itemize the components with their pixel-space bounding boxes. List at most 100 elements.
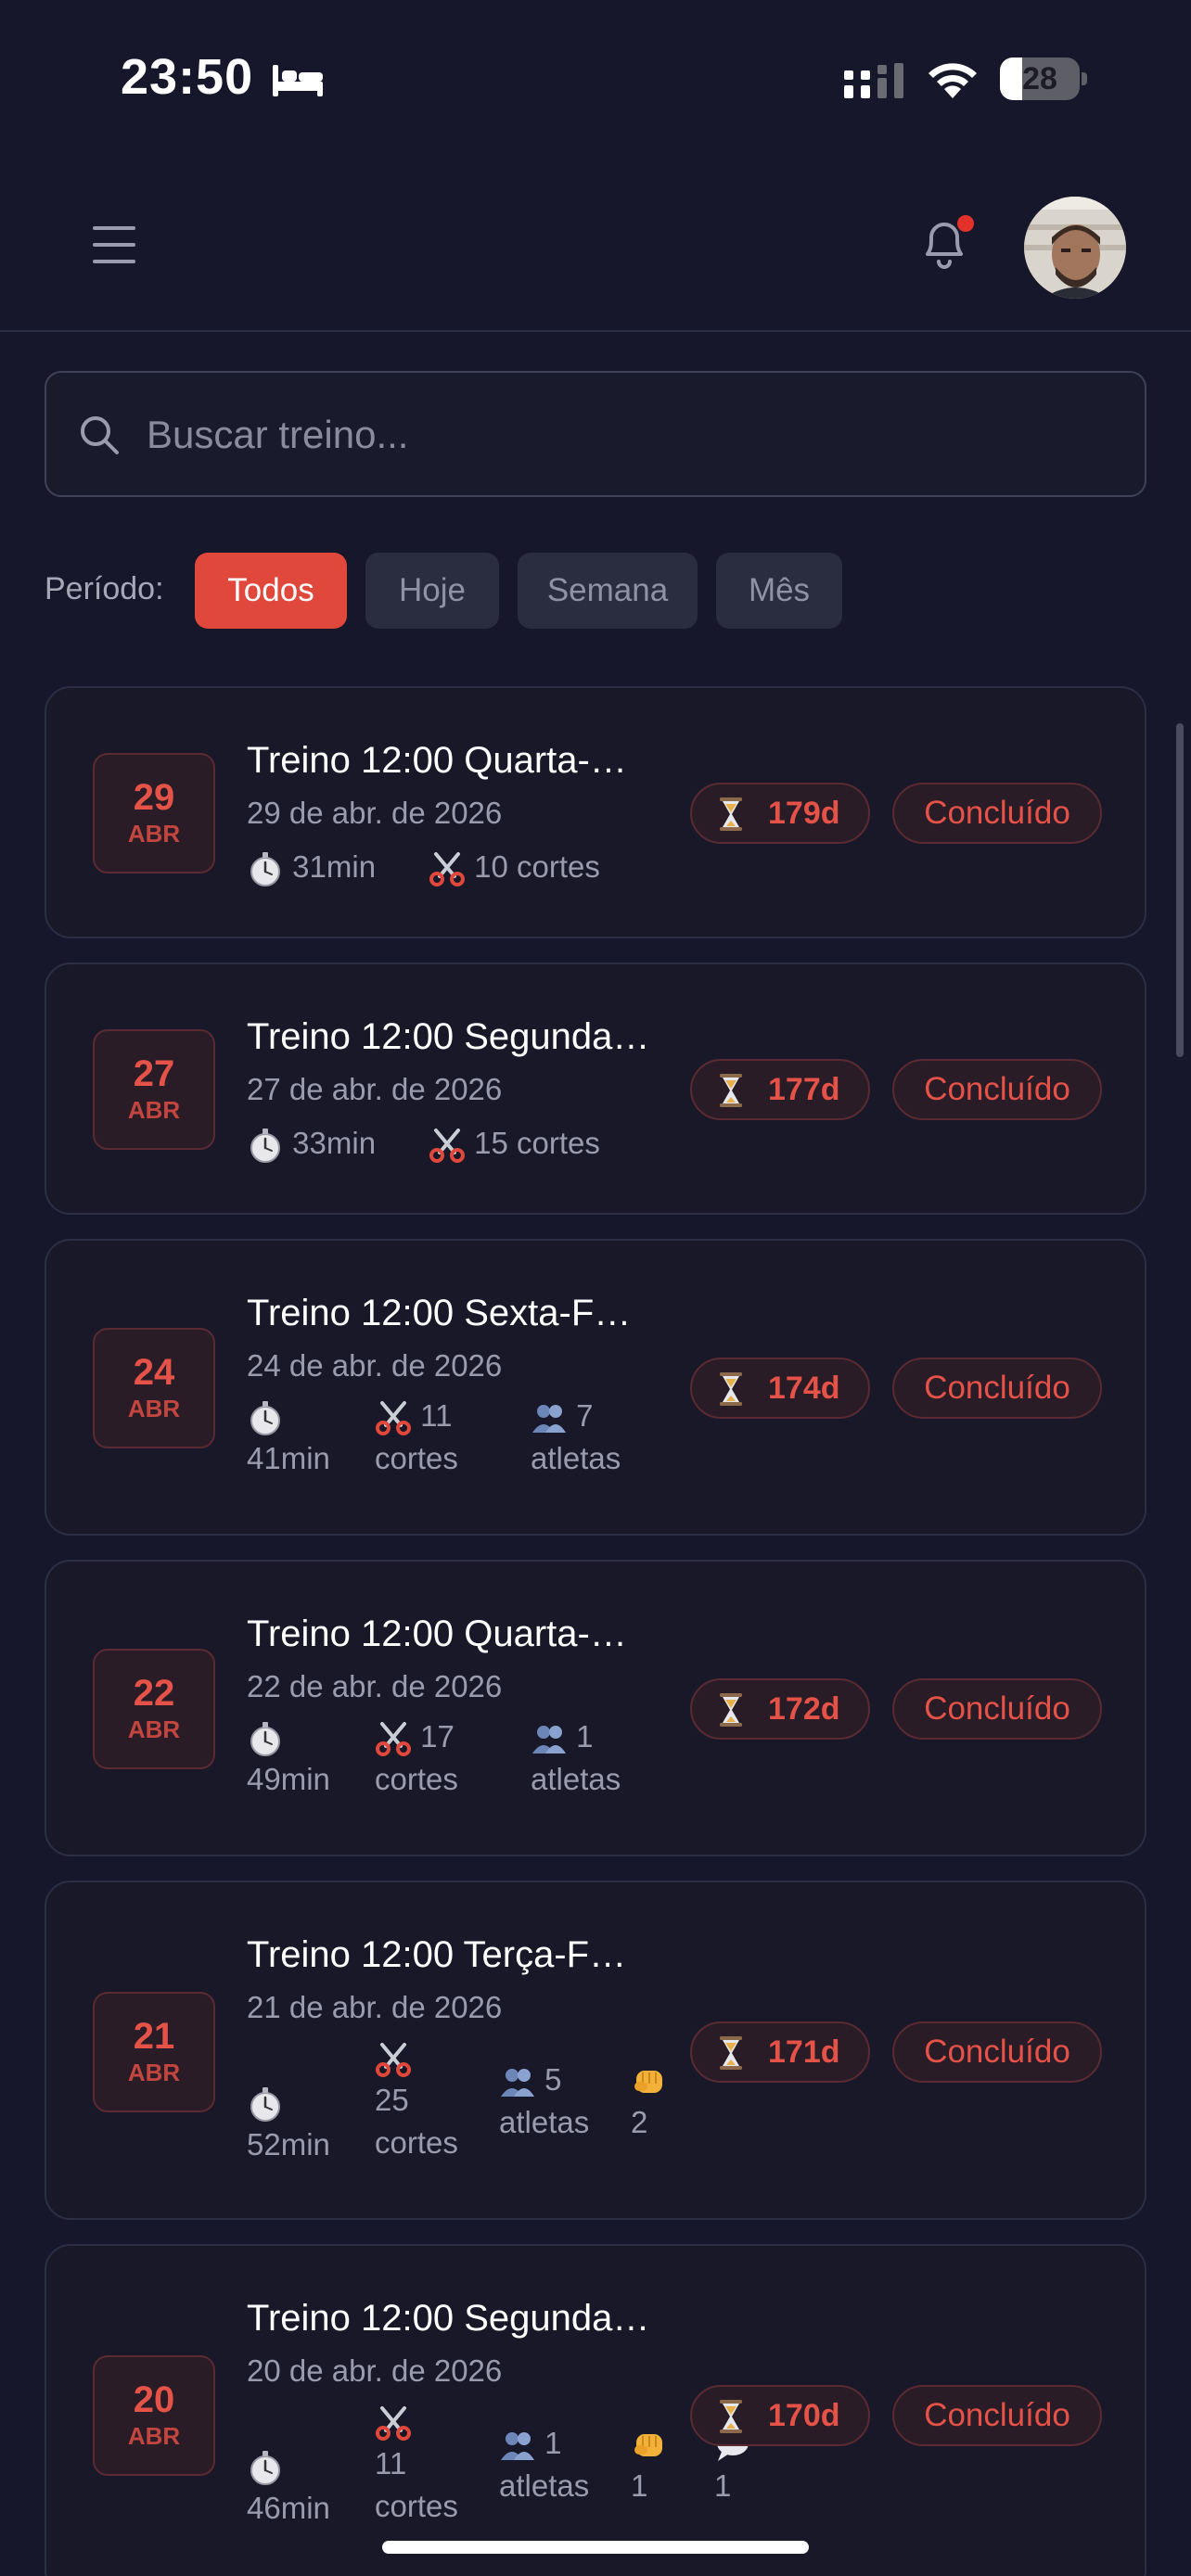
stopwatch-icon (247, 2449, 284, 2486)
date-month: ABR (127, 820, 181, 848)
scissors-icon (429, 1127, 466, 1164)
search-icon (81, 416, 119, 454)
training-date: 20 de abr. de 2026 (247, 2353, 503, 2388)
athletes-icon (499, 2427, 536, 2464)
period-filter-label: Período: (45, 571, 164, 606)
date-day: 24 (133, 1352, 175, 1393)
athletes-stat: 7 atletas (531, 1398, 621, 1475)
fist-icon (631, 2063, 668, 2100)
duration-stat: 52min (247, 2081, 330, 2166)
date-month: ABR (127, 2059, 181, 2086)
status-badge: Concluído (892, 1059, 1102, 1120)
athletes-icon (499, 2063, 536, 2100)
bed-icon (273, 65, 323, 96)
hourglass-icon (718, 797, 744, 832)
stopwatch-icon (247, 850, 284, 887)
hourglass-icon (718, 1371, 744, 1407)
training-card[interactable]: 29 ABR Treino 12:00 Quarta-… 29 de abr. … (45, 686, 1146, 938)
training-title: Treino 12:00 Segunda… (247, 2298, 650, 2339)
date-badge: 29 ABR (93, 753, 215, 874)
athletes-icon (531, 1720, 568, 1757)
days-elapsed-badge: 170d (690, 2385, 870, 2446)
fist-icon (631, 2427, 668, 2464)
days-elapsed-badge: 179d (690, 783, 870, 844)
duration-stat: 46min (247, 2444, 330, 2530)
duration-stat: 41min (247, 1395, 330, 1480)
days-elapsed-badge: 172d (690, 1678, 870, 1740)
date-month: ABR (127, 1096, 181, 1124)
scissors-icon (429, 850, 466, 887)
days-elapsed-badge: 177d (690, 1059, 870, 1120)
training-title: Treino 12:00 Quarta-… (247, 740, 627, 781)
duration-stat: 33min (247, 1122, 376, 1165)
status-bar: 23:50 28 (0, 0, 1191, 158)
date-badge: 24 ABR (93, 1328, 215, 1448)
date-day: 27 (133, 1053, 175, 1094)
date-month: ABR (127, 2422, 181, 2450)
date-badge: 21 ABR (93, 1992, 215, 2112)
training-date: 29 de abr. de 2026 (247, 796, 503, 830)
scrollbar[interactable] (1176, 723, 1184, 1057)
stopwatch-icon (247, 1720, 284, 1757)
scissors-icon (375, 2041, 412, 2078)
training-card[interactable]: 22 ABR Treino 12:00 Quarta-… 22 de abr. … (45, 1560, 1146, 1856)
training-card[interactable]: 27 ABR Treino 12:00 Segunda… 27 de abr. … (45, 963, 1146, 1215)
date-day: 21 (133, 2016, 175, 2057)
training-card[interactable]: 24 ABR Treino 12:00 Sexta-F… 24 de abr. … (45, 1239, 1146, 1536)
battery-percentage: 28 (1022, 61, 1057, 96)
training-card[interactable]: 20 ABR Treino 12:00 Segunda… 20 de abr. … (45, 2244, 1146, 2576)
stopwatch-icon (247, 1399, 284, 1436)
filter-chip-mes[interactable]: Mês (716, 553, 842, 629)
duration-stat: 49min (247, 1715, 330, 1801)
wifi-icon (928, 63, 977, 98)
training-title: Treino 12:00 Sexta-F… (247, 1293, 632, 1333)
user-avatar[interactable] (1024, 197, 1126, 299)
scissors-icon (375, 1720, 412, 1757)
punches-stat: 2 (631, 2059, 668, 2144)
days-elapsed-badge: 174d (690, 1358, 870, 1419)
date-day: 20 (133, 2379, 175, 2420)
cuts-stat: 11 cortes (375, 1398, 458, 1475)
hourglass-icon (718, 2035, 744, 2071)
cuts-stat: 17 cortes (375, 1719, 458, 1796)
stopwatch-icon (247, 2085, 284, 2123)
hourglass-icon (718, 2399, 744, 2434)
filter-chip-semana[interactable]: Semana (518, 553, 698, 629)
date-badge: 27 ABR (93, 1029, 215, 1150)
date-month: ABR (127, 1715, 181, 1743)
days-elapsed-badge: 171d (690, 2021, 870, 2083)
hourglass-icon (718, 1692, 744, 1728)
training-title: Treino 12:00 Quarta-… (247, 1613, 627, 1654)
notification-dot (957, 215, 974, 232)
training-date: 27 de abr. de 2026 (247, 1072, 503, 1106)
date-badge: 22 ABR (93, 1649, 215, 1769)
status-badge: Concluído (892, 783, 1102, 844)
home-indicator[interactable] (382, 2541, 809, 2554)
app-header (0, 158, 1191, 332)
filter-chip-hoje[interactable]: Hoje (365, 553, 499, 629)
athletes-stat: 5 atletas (499, 2062, 590, 2139)
filter-chip-todos[interactable]: Todos (195, 553, 347, 629)
cellular-signal-icon (844, 63, 903, 98)
date-month: ABR (127, 1395, 181, 1422)
cuts-stat: 11 cortes (375, 2400, 458, 2528)
duration-stat: 31min (247, 846, 376, 888)
hourglass-icon (718, 1073, 744, 1108)
training-date: 22 de abr. de 2026 (247, 1669, 503, 1703)
scissors-icon (375, 1399, 412, 1436)
athletes-icon (531, 1399, 568, 1436)
status-badge: Concluído (892, 2021, 1102, 2083)
hamburger-menu-icon[interactable] (89, 224, 141, 265)
training-date: 21 de abr. de 2026 (247, 1990, 503, 2024)
punches-stat: 1 (631, 2422, 668, 2507)
date-day: 22 (133, 1673, 175, 1714)
scissors-icon (375, 2404, 412, 2442)
training-card[interactable]: 21 ABR Treino 12:00 Terça-F… 21 de abr. … (45, 1881, 1146, 2220)
status-badge: Concluído (892, 2385, 1102, 2446)
search-box[interactable] (45, 371, 1146, 497)
search-input[interactable] (147, 401, 1111, 469)
training-title: Treino 12:00 Segunda… (247, 1016, 650, 1057)
cuts-stat: 25 cortes (375, 2036, 458, 2164)
athletes-stat: 1 atletas (499, 2426, 590, 2503)
date-badge: 20 ABR (93, 2355, 215, 2476)
